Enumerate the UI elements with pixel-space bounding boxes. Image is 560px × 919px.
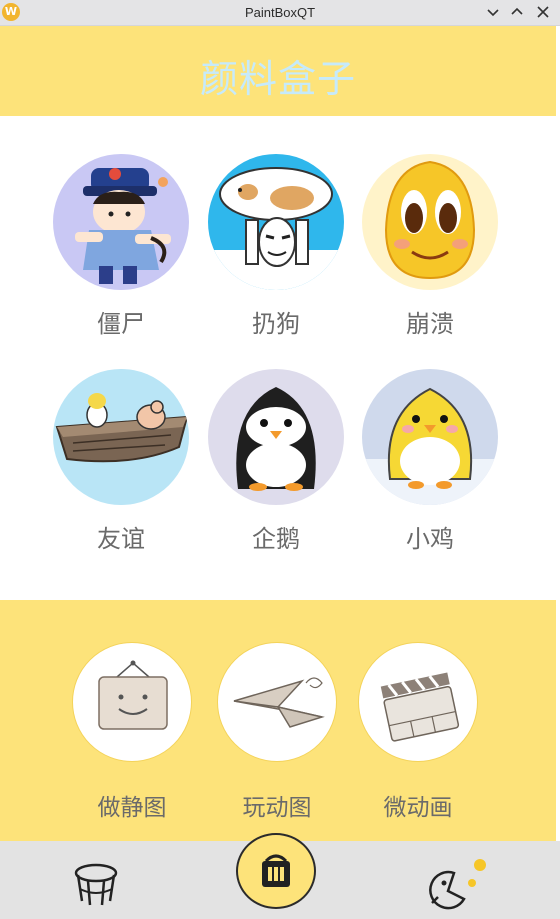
pacman-icon [429, 859, 486, 910]
minimize-button[interactable] [484, 3, 502, 21]
paper-plane-icon [217, 642, 337, 762]
sticker-grid: 僵尸 扔狗 崩溃 友谊 企鹅 小鸡 [0, 116, 556, 600]
close-icon [537, 6, 549, 18]
sticker-item-friendship[interactable]: 友谊 [51, 369, 191, 569]
nav-item-pacman[interactable] [424, 855, 490, 911]
tool-label: 做静图 [97, 795, 167, 821]
nav-item-stool[interactable] [72, 861, 120, 909]
paint-box-icon [262, 854, 290, 887]
app-header: 颜料盒子 [0, 26, 556, 116]
sticker-item-collapse[interactable]: 崩溃 [360, 154, 500, 354]
sticker-label: 扔狗 [252, 310, 300, 338]
sticker-item-penguin[interactable]: 企鹅 [206, 369, 346, 569]
collapse-face-sticker-icon [362, 154, 498, 290]
chevron-down-icon [487, 9, 499, 17]
picture-frame-icon [72, 642, 192, 762]
sticker-label: 崩溃 [406, 310, 454, 338]
tool-micro-animation[interactable]: 微动画 [356, 600, 480, 821]
sticker-item-throw-dog[interactable]: 扔狗 [206, 154, 346, 354]
sticker-item-chick[interactable]: 小鸡 [360, 369, 500, 569]
throw-dog-sticker-icon [208, 154, 344, 290]
clapperboard-icon [358, 642, 478, 762]
chick-sticker-icon [362, 369, 498, 505]
chevron-up-icon [511, 7, 523, 15]
tool-animated-image[interactable]: 玩动图 [215, 600, 339, 821]
sticker-label: 小鸡 [406, 525, 454, 553]
page-title: 颜料盒子 [199, 57, 356, 101]
window-title: PaintBoxQT [244, 5, 316, 20]
window-titlebar: W PaintBoxQT [0, 0, 560, 26]
zombie-sticker-icon [53, 154, 189, 290]
sticker-item-zombie[interactable]: 僵尸 [51, 154, 191, 354]
maximize-button[interactable] [508, 3, 526, 21]
sticker-label: 企鹅 [252, 525, 300, 553]
sticker-label: 僵尸 [97, 310, 145, 338]
tool-label: 玩动图 [242, 795, 312, 821]
tools-panel: 做静图 玩动图 微动画 [0, 600, 556, 841]
sticker-label: 友谊 [97, 525, 145, 553]
tool-label: 微动画 [383, 795, 453, 821]
window-edge [556, 26, 560, 841]
friendship-boat-sticker-icon [53, 369, 189, 505]
close-button[interactable] [534, 3, 552, 21]
nav-item-paint-box[interactable] [236, 833, 316, 909]
bottom-nav [0, 833, 560, 919]
stool-icon [74, 863, 118, 906]
tool-static-image[interactable]: 做静图 [70, 600, 194, 821]
penguin-sticker-icon [208, 369, 344, 505]
